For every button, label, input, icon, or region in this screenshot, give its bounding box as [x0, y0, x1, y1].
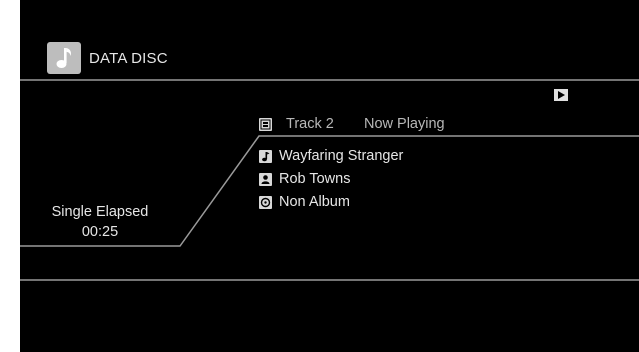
track-number: Track 2 [286, 116, 334, 132]
album-icon [259, 196, 272, 209]
track-title: Wayfaring Stranger [279, 148, 404, 164]
source-label: DATA DISC [89, 50, 168, 67]
elapsed-time: 00:25 [81, 224, 119, 240]
artist-icon [259, 173, 272, 186]
track-icon [259, 118, 272, 131]
player-screen: DATA DISC Track 2 Now Playing Wayfaring … [20, 0, 639, 352]
music-note-icon [47, 42, 81, 74]
play-icon [554, 89, 568, 101]
now-playing-status: Now Playing [364, 116, 445, 132]
elapsed-label: Single Elapsed [51, 204, 149, 220]
artist-name: Rob Towns [279, 171, 351, 187]
music-note-icon [259, 150, 272, 163]
album-name: Non Album [279, 194, 350, 210]
